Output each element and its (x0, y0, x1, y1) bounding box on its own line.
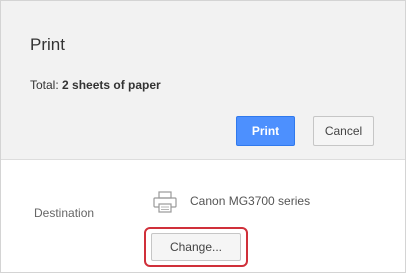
print-button[interactable]: Print (236, 116, 295, 146)
total-summary: Total: 2 sheets of paper (30, 78, 161, 92)
dialog-title: Print (30, 35, 65, 54)
print-header: Print Total: 2 sheets of paper Print Can… (1, 1, 405, 160)
printer-icon-graphic (153, 191, 177, 213)
change-destination-button[interactable]: Change... (151, 233, 241, 261)
print-dialog: Print Total: 2 sheets of paper Print Can… (0, 0, 406, 273)
total-value: 2 sheets of paper (62, 78, 161, 92)
total-prefix: Total: (30, 78, 63, 92)
printer-icon (152, 191, 178, 213)
printer-name: Canon MG3700 series (190, 194, 311, 208)
cancel-button[interactable]: Cancel (313, 116, 374, 146)
destination-label: Destination (34, 206, 95, 220)
